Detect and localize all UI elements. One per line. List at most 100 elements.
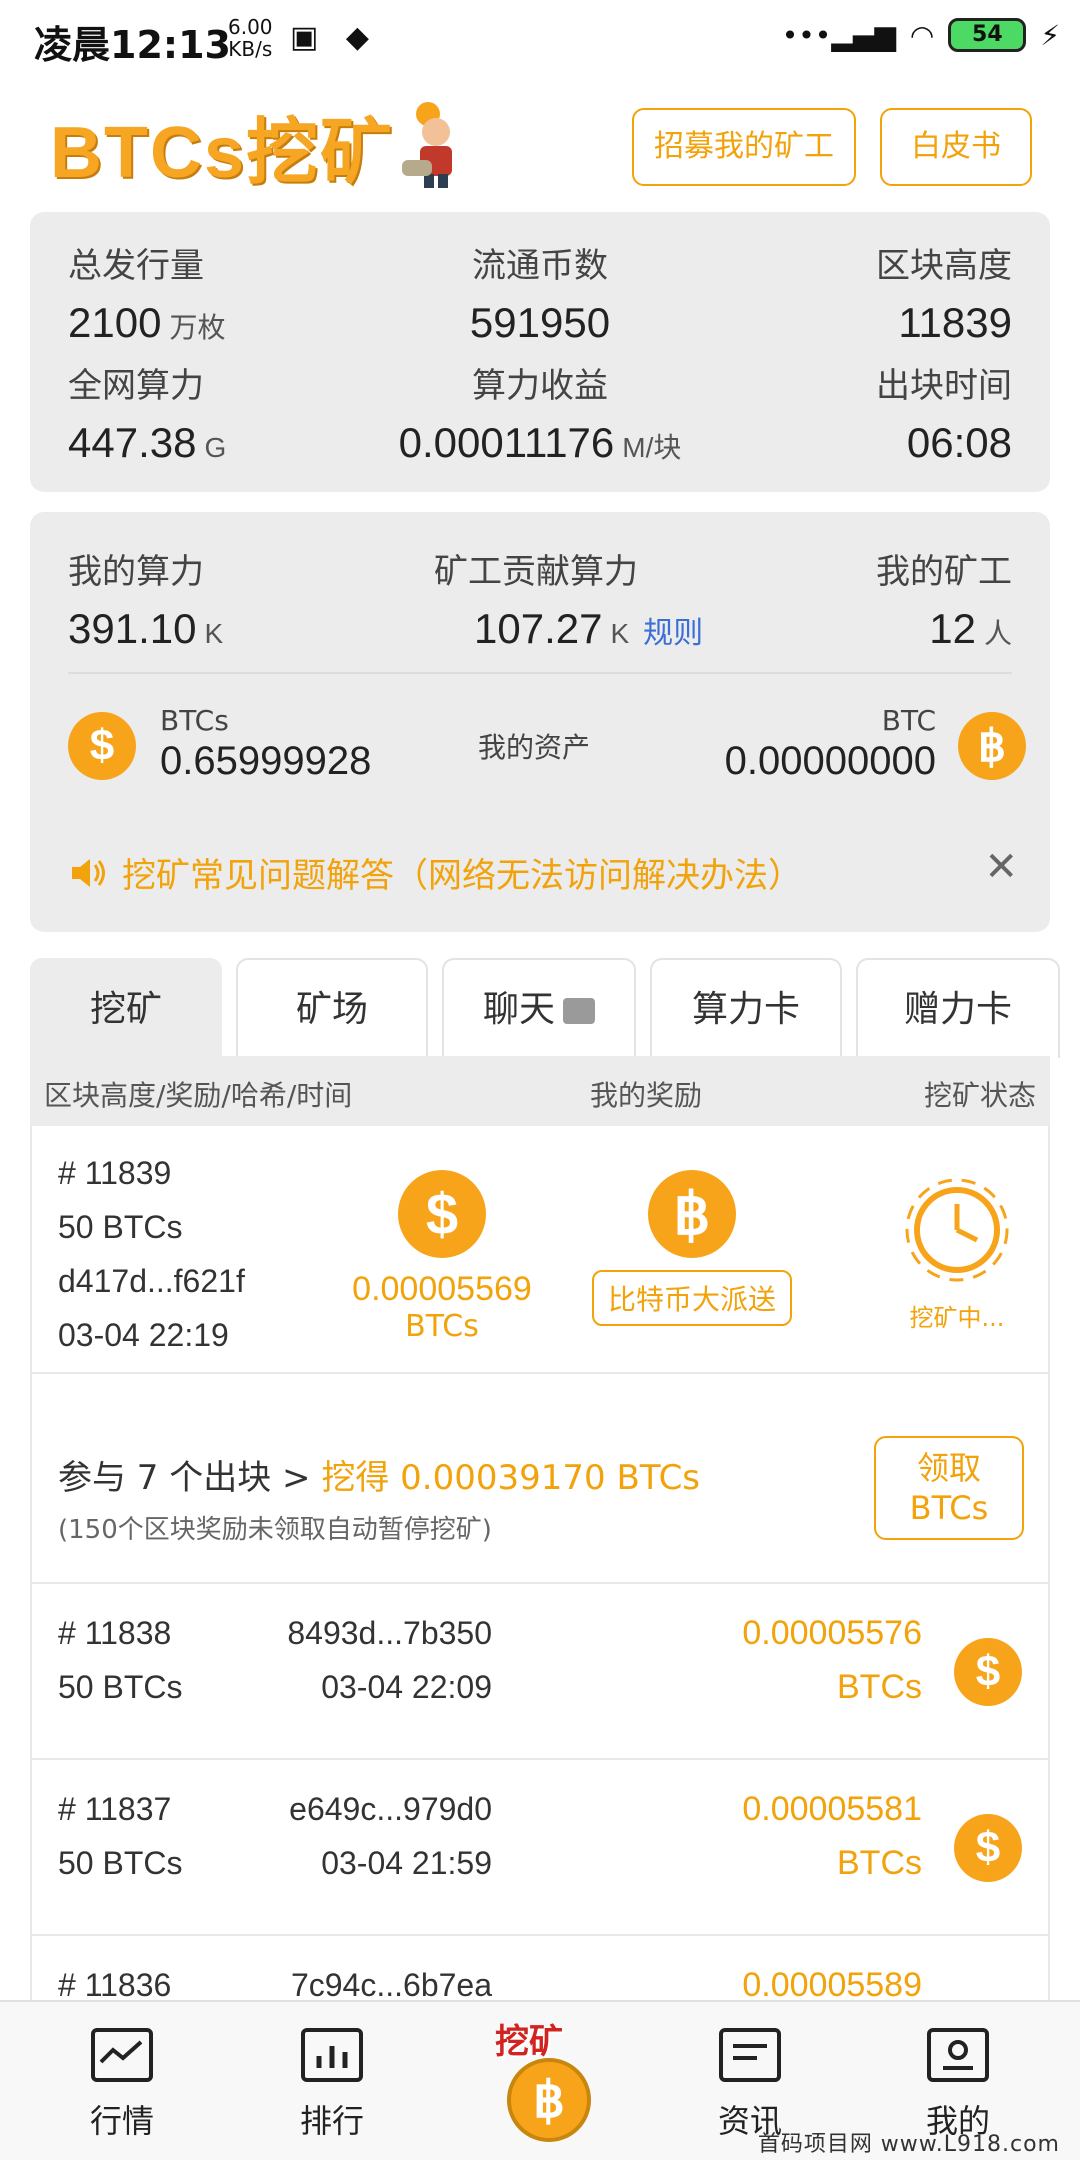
block-height: # 11836 <box>58 1967 172 2003</box>
btcs-value: 0.65999928 <box>160 739 372 783</box>
nav-label: 行情 <box>89 2102 154 2140</box>
summary-earned: 挖得 0.00039170 BTCs <box>321 1458 701 1498</box>
history-row[interactable]: # 11838 50 BTCs 8493d...7b350 03-04 22:09 … <box>32 1584 1048 1760</box>
block-hash: d417d...f621f <box>58 1263 245 1299</box>
faq-notice[interactable]: 挖矿常见问题解答（网络无法访问解决办法） ✕ <box>68 844 1018 897</box>
stat-miner-contribution: 矿工贡献算力 107.27 K 规则 <box>434 544 703 653</box>
nav-mining-label: 挖矿 <box>495 2022 563 2062</box>
stat-number: 12 <box>929 605 976 652</box>
shield-icon: ◆ <box>345 20 369 55</box>
stat-value: 391.10 K <box>68 605 223 653</box>
stat-value: 0.00011176 M/块 <box>350 419 730 467</box>
stat-number: 391.10 <box>68 605 197 652</box>
nav-news[interactable]: 资讯 <box>680 2028 820 2142</box>
app-screen: 凌晨12:13 6.00 KB/s ▣ ◆ •••▂▄▆ ◠ 54 ⚡ BTCs… <box>0 0 1080 2160</box>
stat-unit: G <box>204 432 227 463</box>
signal-icon: •••▂▄▆ <box>781 18 896 52</box>
tab-mine-field[interactable]: 矿场 <box>236 958 428 1058</box>
stat-network-hashrate: 全网算力 447.38 G <box>68 358 226 467</box>
recruit-miners-button[interactable]: 招募我的矿工 <box>632 108 856 186</box>
block-height: # 11837 <box>58 1791 172 1827</box>
stat-label: 我的矿工 <box>876 552 1012 592</box>
history-row[interactable]: # 11837 50 BTCs e649c...979d0 03-04 21:59 … <box>32 1760 1048 1936</box>
btc-value: 0.00000000 <box>724 739 936 783</box>
stat-number: 0.00011176 <box>398 419 615 466</box>
summary-prefix[interactable]: 参与 7 个出块 > <box>58 1458 311 1498</box>
col-my-reward: 我的奖励 <box>590 1079 703 1112</box>
tab-chat[interactable]: 聊天 <box>442 958 636 1058</box>
tab-mining[interactable]: 挖矿 <box>30 958 222 1058</box>
stat-unit: K <box>204 618 224 649</box>
block-hash: 8493d...7b350 <box>287 1615 492 1651</box>
miner-mascot-icon <box>402 102 453 188</box>
history-left: # 11836 <box>58 1958 172 2004</box>
nav-rank[interactable]: 排行 <box>262 2028 402 2142</box>
notification-icons: ▣ ◆ <box>290 20 369 55</box>
stat-my-hashrate: 我的算力 391.10 K <box>68 544 223 653</box>
stat-value: 107.27 K 规则 <box>474 605 703 653</box>
charging-icon: ⚡ <box>1040 18 1060 52</box>
nav-mine[interactable]: 我的 <box>888 2028 1028 2142</box>
network-stats-card: 总发行量 2100 万枚 流通币数 591950 区块高度 11839 全网算力 … <box>30 212 1050 492</box>
reward-summary: 参与 7 个出块 > 挖得 0.00039170 BTCs (150个区块奖励未… <box>58 1450 700 1546</box>
stat-number: 107.27 <box>474 605 603 652</box>
block-height: # 11838 <box>58 1615 172 1651</box>
mining-clock-icon <box>905 1178 1009 1282</box>
claim-btcs-button[interactable]: 领取 BTCs <box>874 1436 1024 1540</box>
block-hash: 7c94c...6b7ea <box>290 1967 492 2003</box>
app-logo: BTCs挖矿 <box>50 100 468 193</box>
col-mining-status: 挖矿状态 <box>923 1079 1036 1112</box>
stat-hashrate-yield: 算力收益 0.00011176 M/块 <box>350 358 730 467</box>
history-mid: 7c94c...6b7ea <box>252 1958 492 2004</box>
btcs-label: BTCs <box>160 704 229 737</box>
stat-my-miners[interactable]: 我的矿工 12 人 <box>876 544 1012 653</box>
stat-number: 447.38 <box>68 419 197 466</box>
block-time: 03-04 22:09 <box>321 1669 492 1705</box>
stat-label: 我的算力 <box>68 552 204 592</box>
rules-link[interactable]: 规则 <box>643 617 703 650</box>
close-icon[interactable]: ✕ <box>984 844 1018 890</box>
stat-value: 12 人 <box>876 605 1012 653</box>
dollar-coin-icon: $ <box>398 1170 486 1258</box>
bottom-navigation: 行情 排行 挖矿 ฿ 资讯 我的 首码项目网 www.L918.com <box>0 2000 1080 2160</box>
stat-unit: 人 <box>983 618 1012 649</box>
bitcoin-coin-icon: ฿ <box>648 1170 736 1258</box>
reward-unit: BTCs <box>405 1309 479 1344</box>
bitcoin-giveaway-button[interactable]: 比特币大派送 <box>591 1270 792 1326</box>
site-watermark: 首码项目网 www.L918.com <box>757 2132 1060 2157</box>
stat-block-height: 区块高度 11839 <box>876 238 1012 347</box>
btcs-balance: BTCs 0.65999928 <box>160 704 371 784</box>
nav-market[interactable]: 行情 <box>52 2028 192 2142</box>
tab-gift-card[interactable]: 赠力卡 <box>856 958 1060 1058</box>
speaker-icon <box>72 858 105 887</box>
whitepaper-button[interactable]: 白皮书 <box>880 108 1032 186</box>
nav-mining[interactable]: 挖矿 ฿ <box>475 2014 605 2144</box>
reward-unit: BTCs <box>837 1668 922 1706</box>
battery-icon: 54 <box>948 18 1027 52</box>
stat-unit: K <box>610 618 630 649</box>
stat-value: 11839 <box>898 299 1012 346</box>
network-speed: 6.00 KB/s <box>228 16 273 60</box>
reward-amount: 0.00005576 <box>742 1614 922 1652</box>
reward-unit: BTCs <box>837 1844 922 1882</box>
stat-value: 591950 <box>469 299 611 346</box>
history-mid: 8493d...7b350 03-04 22:09 <box>252 1606 492 1714</box>
block-hash: e649c...979d0 <box>289 1791 492 1827</box>
stat-value: 2100 万枚 <box>68 299 225 347</box>
app-header: BTCs挖矿 招募我的矿工 白皮书 <box>0 90 1080 200</box>
history-row[interactable]: # 11836 7c94c...6b7ea 0.00005589 <box>32 1936 1048 2004</box>
btc-balance: BTC 0.00000000 <box>725 704 936 784</box>
list-header: 区块高度/奖励/哈希/时间 我的奖励 挖矿状态 <box>30 1056 1050 1126</box>
mining-status-label: 挖矿中... <box>909 1304 1005 1332</box>
block-reward: 50 BTCs <box>58 1209 183 1245</box>
status-bar: 凌晨12:13 6.00 KB/s ▣ ◆ •••▂▄▆ ◠ 54 ⚡ <box>0 0 1080 80</box>
bitcoin-pickaxe-icon: ฿ <box>507 2058 591 2142</box>
stat-label: 矿工贡献算力 <box>434 552 638 592</box>
network-speed-value: 6.00 <box>228 15 273 39</box>
tab-hashrate-card[interactable]: 算力卡 <box>650 958 842 1058</box>
network-speed-unit: KB/s <box>228 37 273 61</box>
block-reward: 50 BTCs <box>58 1669 183 1705</box>
stat-unit: 万枚 <box>169 312 226 343</box>
status-time: 凌晨12:13 <box>34 23 231 67</box>
current-reward: $ 0.00005569 BTCs <box>332 1170 552 1344</box>
